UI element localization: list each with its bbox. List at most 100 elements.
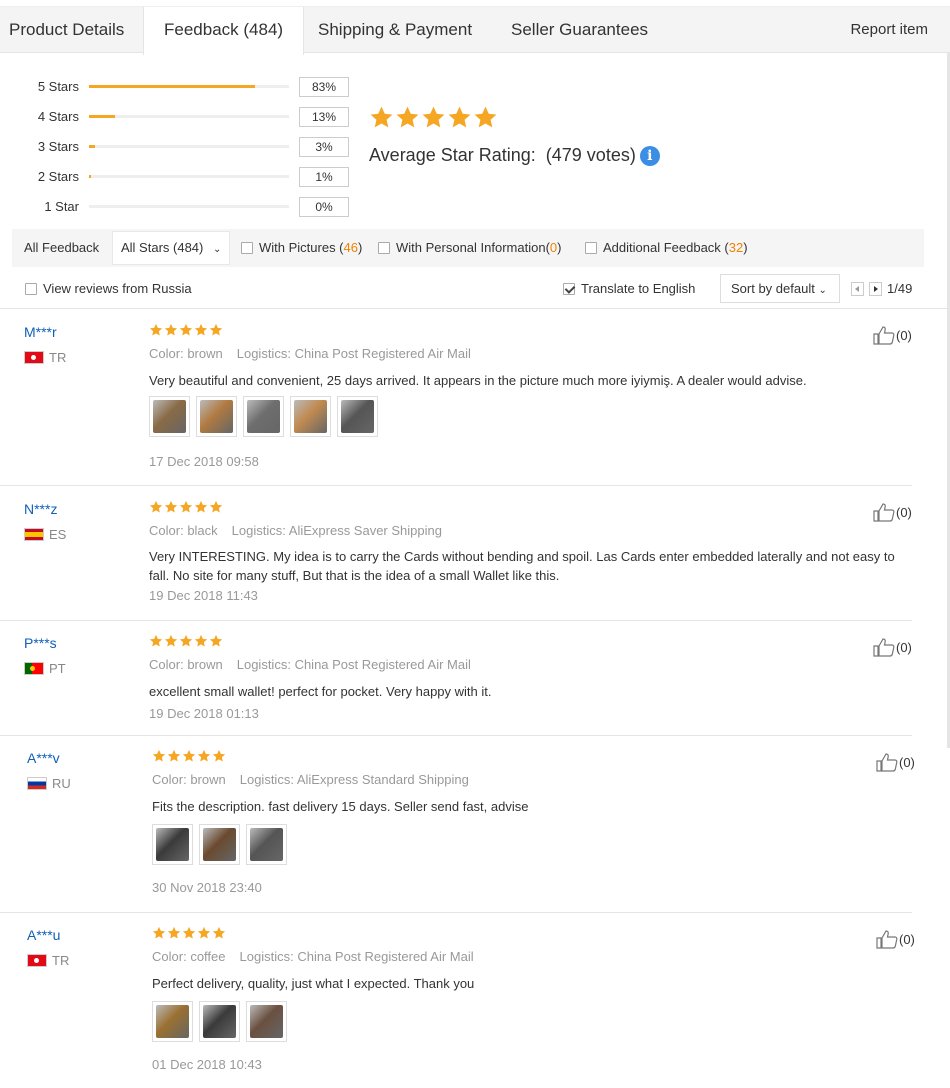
histogram-label: 4 Stars <box>37 109 79 124</box>
reviewer-name[interactable]: P***s <box>24 635 57 651</box>
reviewer-name[interactable]: A***v <box>27 750 60 766</box>
with-pictures-count: 46 <box>343 240 358 255</box>
review-date: 19 Dec 2018 11:43 <box>149 588 258 603</box>
histogram-label: 5 Stars <box>37 79 79 94</box>
helpful-button[interactable]: (0) <box>873 637 912 657</box>
tab-seller-guarantees[interactable]: Seller Guarantees <box>511 7 648 54</box>
star-icon <box>209 634 223 651</box>
histogram-bar <box>89 205 289 208</box>
color-value: coffee <box>190 949 226 964</box>
with-pictures-label: With Pictures ( <box>259 240 344 255</box>
histogram-fill <box>89 145 95 148</box>
reviewer-name[interactable]: M***r <box>24 324 57 340</box>
star-icon <box>473 105 498 133</box>
review-photo-thumbnail[interactable] <box>196 396 237 437</box>
histogram-label: 3 Stars <box>37 139 79 154</box>
additional-feedback-checkbox[interactable] <box>585 242 597 254</box>
next-page-button[interactable] <box>869 282 882 296</box>
photo-image <box>250 828 283 861</box>
review-photo-thumbnail[interactable] <box>152 1001 193 1042</box>
personal-info-filter[interactable]: With Personal Information(0) <box>378 229 561 267</box>
color-value: brown <box>190 772 226 787</box>
color-label: Color: <box>149 346 184 361</box>
country-code: TR <box>49 350 67 365</box>
review-photo-thumbnail[interactable] <box>290 396 331 437</box>
review-photo-thumbnail[interactable] <box>149 396 190 437</box>
additional-feedback-filter[interactable]: Additional Feedback (32) <box>585 229 748 267</box>
review-text: Very INTERESTING. My idea is to carry th… <box>149 549 895 583</box>
color-value: brown <box>187 346 223 361</box>
histogram-row-3[interactable]: 3 Stars 3% <box>0 137 360 157</box>
reviewer-country: RU <box>27 776 71 791</box>
logistics-value: AliExpress Standard Shipping <box>296 772 469 787</box>
translate-checkbox[interactable] <box>563 283 575 295</box>
star-icon <box>194 634 208 651</box>
with-pictures-checkbox[interactable] <box>241 242 253 254</box>
with-pictures-filter[interactable]: With Pictures (46) <box>241 229 362 267</box>
info-icon[interactable]: i <box>639 146 660 166</box>
prev-page-button[interactable] <box>851 282 864 296</box>
star-icon <box>182 749 196 766</box>
reviewer-name[interactable]: N***z <box>24 501 57 517</box>
review-photos <box>152 824 287 865</box>
helpful-button[interactable]: (0) <box>876 752 915 772</box>
view-russia-label: View reviews from Russia <box>43 281 192 296</box>
report-item-link[interactable]: Report item <box>850 7 928 52</box>
histogram-row-1[interactable]: 1 Star 0% <box>0 197 360 217</box>
logistics-label: Logistics: <box>239 949 294 964</box>
photo-image <box>156 1005 189 1038</box>
thumbs-up-icon <box>873 326 895 345</box>
star-filter-dropdown[interactable]: All Stars (484) ⌄ <box>112 231 231 265</box>
helpful-button[interactable]: (0) <box>876 929 915 949</box>
additional-feedback-label: Additional Feedback ( <box>603 240 729 255</box>
helpful-button[interactable]: (0) <box>873 502 912 522</box>
tab-feedback[interactable]: Feedback (484) <box>143 7 305 55</box>
sort-dropdown[interactable]: Sort by default ⌄ <box>720 274 840 303</box>
helpful-button[interactable]: (0) <box>873 325 912 345</box>
review-meta: Color: brown Logistics: China Post Regist… <box>149 657 471 672</box>
average-star-rating <box>369 105 498 133</box>
color-label: Color: <box>152 772 187 787</box>
view-russia-option[interactable]: View reviews from Russia <box>25 271 192 307</box>
logistics-label: Logistics: <box>236 346 291 361</box>
review-photo-thumbnail[interactable] <box>246 824 287 865</box>
review-photo-thumbnail[interactable] <box>199 1001 240 1042</box>
review-meta: Color: brown Logistics: AliExpress Standa… <box>152 772 469 787</box>
logistics-value: AliExpress Saver Shipping <box>288 523 442 538</box>
histogram-percent: 3% <box>299 137 349 157</box>
review-photo-thumbnail[interactable] <box>199 824 240 865</box>
all-feedback-filter[interactable]: All Feedback <box>24 229 99 267</box>
helpful-count: (0) <box>899 755 915 770</box>
reviewer-name[interactable]: A***u <box>27 927 60 943</box>
histogram-row-4[interactable]: 4 Stars 13% <box>0 107 360 127</box>
histogram-fill <box>89 115 115 118</box>
translate-label: Translate to English <box>581 281 696 296</box>
review-photo-thumbnail[interactable] <box>152 824 193 865</box>
thumbs-up-icon <box>876 753 898 772</box>
star-icon <box>164 634 178 651</box>
review-star-rating <box>152 749 226 766</box>
color-value: brown <box>187 657 223 672</box>
paren: ) <box>557 240 562 255</box>
star-icon <box>212 926 226 943</box>
review-photo-thumbnail[interactable] <box>337 396 378 437</box>
review-date: 17 Dec 2018 09:58 <box>149 454 259 469</box>
tab-bar: Product Details Feedback (484) Shipping … <box>0 6 950 55</box>
histogram-row-2[interactable]: 2 Stars 1% <box>0 167 360 187</box>
review-date: 01 Dec 2018 10:43 <box>152 1057 262 1072</box>
pt-flag-icon <box>24 662 44 675</box>
review-photo-thumbnail[interactable] <box>243 396 284 437</box>
histogram-row-5[interactable]: 5 Stars 83% <box>0 77 360 97</box>
chevron-left-icon <box>855 286 859 292</box>
country-code: PT <box>49 661 66 676</box>
logistics-label: Logistics: <box>236 657 291 672</box>
view-russia-checkbox[interactable] <box>25 283 37 295</box>
reviewer-country: TR <box>24 350 66 365</box>
tab-shipping-payment[interactable]: Shipping & Payment <box>318 7 472 54</box>
review-star-rating <box>152 926 226 943</box>
review-photo-thumbnail[interactable] <box>246 1001 287 1042</box>
review-date: 30 Nov 2018 23:40 <box>152 880 262 895</box>
personal-info-checkbox[interactable] <box>378 242 390 254</box>
translate-option[interactable]: Translate to English <box>563 271 695 307</box>
tab-product-details[interactable]: Product Details <box>9 7 124 54</box>
